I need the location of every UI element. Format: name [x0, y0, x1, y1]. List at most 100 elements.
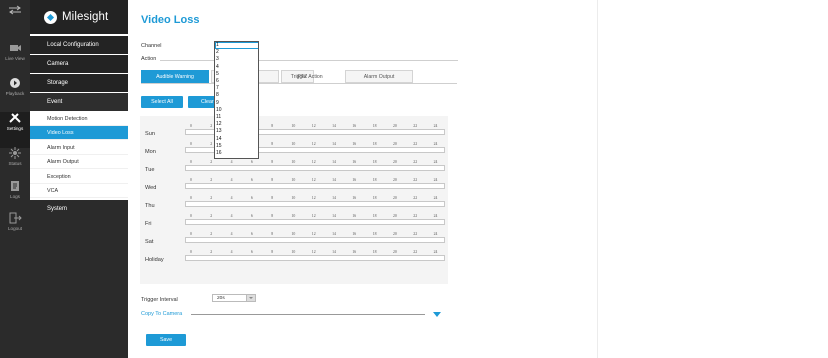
rail-label: Logs — [10, 194, 20, 199]
hour-tick-label: 2 — [210, 214, 213, 218]
sidebar-item-video-loss[interactable]: Video Loss — [30, 126, 128, 140]
channel-option[interactable]: 11 — [216, 115, 221, 120]
hour-tick-label: 22 — [413, 160, 418, 164]
hour-tick-label: 2 — [210, 250, 213, 254]
hour-tick-label: 12 — [311, 232, 316, 236]
hour-tick-label: 24 — [433, 178, 438, 182]
sidebar-section-storage[interactable]: Storage — [30, 74, 128, 92]
hour-tick-label: 2 — [210, 124, 213, 128]
channel-option[interactable]: 10 — [216, 107, 222, 113]
rail-label: Settings — [6, 126, 24, 131]
channel-option[interactable]: 7 — [216, 86, 219, 91]
rail-item-live-view[interactable]: Live View — [0, 42, 30, 78]
hour-tick-label: 20 — [393, 142, 397, 146]
hour-tick-label: 14 — [332, 214, 336, 218]
sidebar-section-event[interactable]: Event — [30, 93, 128, 111]
channel-option[interactable]: 5 — [216, 71, 219, 77]
tab-ptz-action[interactable]: PTZ Action — [276, 70, 344, 83]
hour-tick-label: 14 — [332, 160, 336, 164]
hour-tick-label: 10 — [291, 142, 296, 146]
schedule-bar-wed[interactable] — [185, 183, 445, 189]
channel-option[interactable]: 14 — [216, 136, 222, 142]
hour-tick-label: 6 — [250, 250, 253, 254]
channel-option[interactable]: 9 — [216, 100, 219, 106]
hour-tick-label: 8 — [271, 232, 274, 236]
status-icon — [8, 147, 22, 159]
sidebar-item-exception[interactable]: Exception — [30, 170, 128, 184]
schedule-bar-sat[interactable] — [185, 237, 445, 243]
channel-option[interactable]: 16 — [216, 151, 222, 156]
sidebar-item-alarm-output[interactable]: Alarm Output — [30, 155, 128, 169]
copy-expand-arrow-icon[interactable] — [433, 312, 441, 317]
save-button[interactable]: Save — [146, 334, 186, 346]
hour-tick-label: 16 — [352, 124, 357, 128]
hour-tick-label: 22 — [413, 250, 418, 254]
channel-option[interactable]: 4 — [216, 64, 219, 70]
hour-tick-label: 12 — [311, 196, 316, 200]
trigger-interval-label: Trigger Interval — [141, 297, 178, 303]
hour-tick-label: 4 — [230, 232, 233, 236]
milesight-logo-icon — [44, 10, 57, 24]
rail-item-logs[interactable]: Logs — [0, 180, 30, 216]
tab-audible-warning[interactable]: Audible Warning — [141, 70, 209, 83]
channel-label: Channel — [141, 43, 162, 49]
rail-label: Logout — [7, 226, 23, 231]
trigger-interval-value: 20s — [217, 296, 225, 301]
hour-tick-label: 22 — [413, 142, 418, 146]
hour-tick-label: 18 — [372, 160, 377, 164]
day-label-sun: Sun — [145, 131, 155, 137]
schedule-bar-thu[interactable] — [185, 201, 445, 207]
sidebar-section-system[interactable]: System — [30, 200, 128, 218]
hour-tick-label: 24 — [433, 142, 438, 146]
rail-item-wrench[interactable]: Settings — [0, 112, 30, 148]
tab-alarm-output[interactable]: Alarm Output — [345, 70, 413, 83]
brand-name: Milesight — [62, 11, 109, 23]
schedule-bar-holiday[interactable] — [185, 255, 445, 261]
sidebar-item-vca[interactable]: VCA — [30, 184, 128, 198]
hour-tick-label: 6 — [250, 196, 253, 200]
schedule-grid: Sun024681012141618202224Mon0246810121416… — [140, 116, 448, 284]
schedule-bar-tue[interactable] — [185, 165, 445, 171]
hour-tick-label: 18 — [372, 232, 377, 236]
channel-option[interactable]: 1 — [216, 43, 219, 48]
sidebar-section-local-configuration[interactable]: Local Configuration — [30, 36, 128, 54]
channel-option[interactable]: 8 — [216, 93, 219, 98]
hour-tick-label: 18 — [372, 178, 377, 182]
trigger-interval-select[interactable]: 20s — [212, 294, 256, 302]
schedule-bar-fri[interactable] — [185, 219, 445, 225]
hour-tick-label: 22 — [413, 178, 418, 182]
hour-tick-label: 2 — [210, 160, 213, 164]
hour-tick-label: 12 — [311, 250, 316, 254]
hour-tick-label: 0 — [190, 250, 192, 254]
channel-option[interactable]: 3 — [216, 57, 219, 62]
rail-item-status[interactable]: Status — [0, 147, 30, 183]
hour-tick-label: 8 — [271, 214, 274, 218]
select-all-button[interactable]: Select All — [141, 96, 183, 108]
hour-tick-label: 8 — [271, 196, 274, 200]
channel-option[interactable]: 2 — [216, 50, 219, 55]
hour-tick-label: 8 — [271, 178, 274, 182]
hour-tick-label: 20 — [393, 232, 397, 236]
channel-dropdown-list[interactable]: 1 2 3 4 5 6 7 8 9 10 11 12 13 14 15 16 — [214, 41, 259, 159]
channel-highlight — [215, 42, 258, 49]
rail-item-horizontal-arrows[interactable] — [0, 4, 30, 40]
channel-option[interactable]: 12 — [216, 122, 222, 127]
day-label-thu: Thu — [145, 203, 155, 209]
hour-tick-label: 0 — [190, 142, 192, 146]
hour-tick-label: 2 — [210, 232, 213, 236]
channel-option[interactable]: 6 — [216, 79, 219, 84]
day-label-sat: Sat — [145, 239, 154, 245]
channel-option[interactable]: 15 — [216, 143, 222, 149]
channel-option[interactable]: 13 — [216, 129, 222, 134]
sidebar-section-camera[interactable]: Camera — [30, 55, 128, 73]
hour-tick-label: 8 — [271, 142, 274, 146]
copy-to-camera-label[interactable]: Copy To Camera — [141, 311, 182, 317]
sidebar-item-motion-detection[interactable]: Motion Detection — [30, 112, 128, 126]
sidebar-item-alarm-input[interactable]: Alarm Input — [30, 141, 128, 155]
hour-tick-label: 18 — [372, 214, 377, 218]
rail-item-playback[interactable]: Playback — [0, 77, 30, 113]
playback-icon — [8, 77, 22, 89]
hour-tick-label: 16 — [352, 196, 357, 200]
rail-item-logout[interactable]: Logout — [0, 212, 30, 248]
hour-tick-label: 6 — [250, 214, 253, 218]
